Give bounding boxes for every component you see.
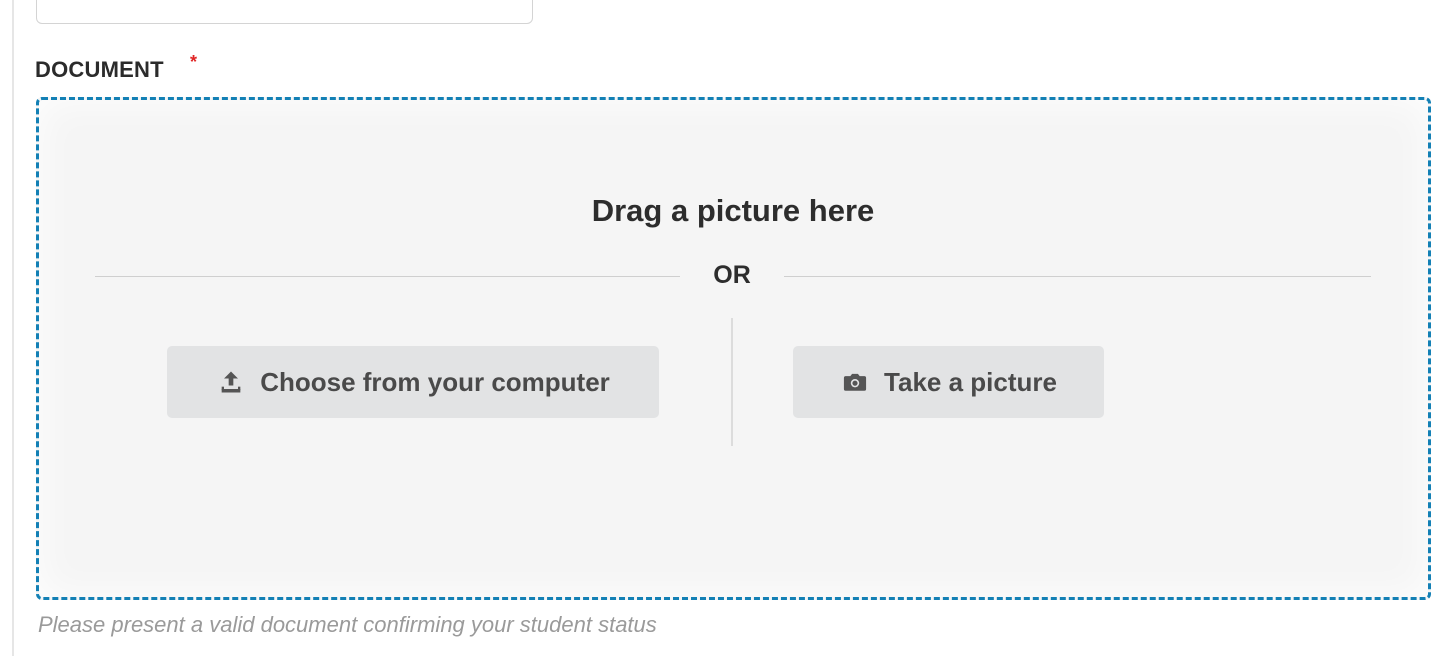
dropzone-title: Drag a picture here — [591, 193, 875, 228]
take-picture-button[interactable]: Take a picture — [793, 346, 1104, 418]
document-upload-page: DOCUMENT * Drag a picture here OR Choose… — [0, 0, 1437, 656]
or-separator: OR — [713, 261, 751, 289]
choose-from-computer-button[interactable]: Choose from your computer — [167, 346, 659, 418]
left-divider — [12, 0, 14, 656]
helper-text: Please present a valid document confirmi… — [38, 612, 657, 637]
camera-icon — [840, 367, 870, 397]
take-button-label: Take a picture — [884, 366, 1057, 397]
required-marker: * — [190, 52, 198, 72]
choose-button-label: Choose from your computer — [260, 366, 610, 397]
or-divider-right — [784, 276, 1371, 277]
button-divider — [731, 318, 733, 446]
previous-input-field[interactable] — [36, 0, 533, 24]
or-divider-left — [95, 276, 680, 277]
document-label: DOCUMENT — [35, 57, 164, 82]
upload-icon — [216, 367, 246, 397]
